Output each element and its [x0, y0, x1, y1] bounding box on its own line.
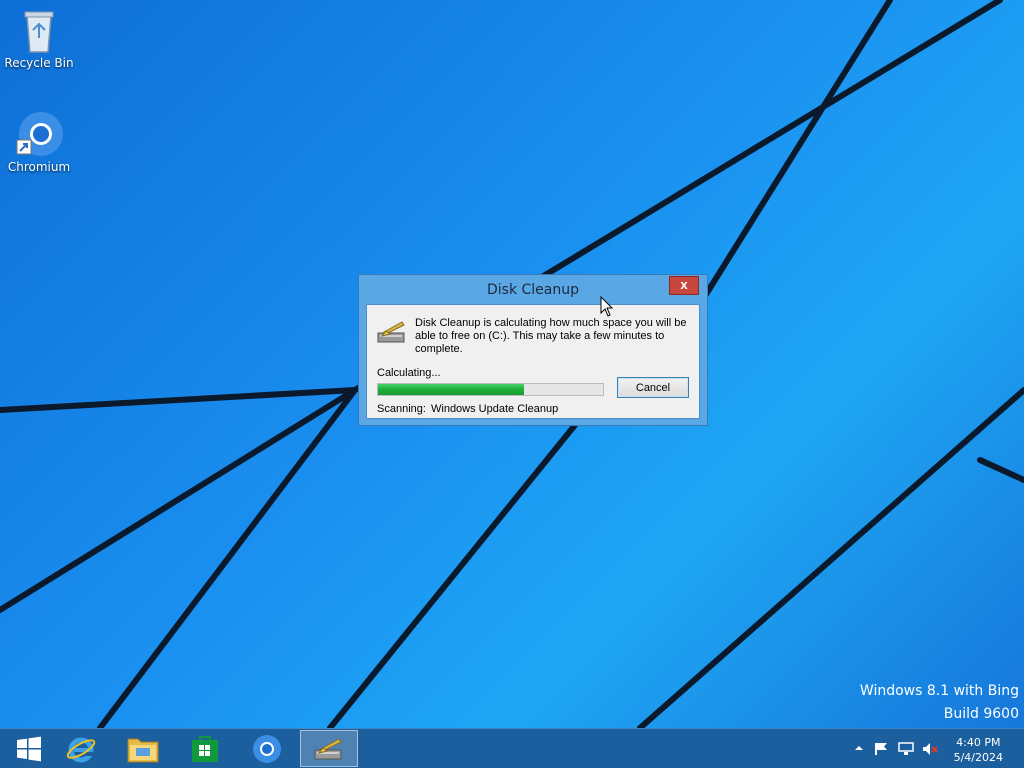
- watermark-build: Build 9600: [943, 706, 1019, 722]
- dialog-title: Disk Cleanup: [486, 282, 579, 298]
- action-center-flag-icon[interactable]: [874, 742, 890, 756]
- clock-time: 4:40 PM: [956, 736, 1001, 749]
- scanning-value: Windows Update Cleanup: [431, 403, 559, 415]
- internet-explorer-icon: [66, 737, 96, 762]
- taskbar: 4:40 PM 5/4/2024: [0, 728, 1024, 768]
- disk-cleanup-icon: [377, 321, 405, 343]
- show-hidden-icons-icon[interactable]: [854, 742, 864, 754]
- dialog-titlebar[interactable]: Disk Cleanup x: [359, 275, 707, 303]
- dialog-body: Disk Cleanup is calculating how much spa…: [366, 304, 700, 419]
- disk-cleanup-icon: [314, 737, 342, 759]
- taskbar-file-explorer[interactable]: [114, 730, 172, 767]
- windows-store-icon: [192, 735, 218, 762]
- watermark-edition: Windows 8.1 with Bing: [859, 683, 1019, 699]
- clock[interactable]: 4:40 PM 5/4/2024: [954, 735, 1003, 765]
- system-tray: 4:40 PM 5/4/2024: [844, 729, 1024, 769]
- status-label: Calculating...: [377, 367, 441, 379]
- windows-watermark: Windows 8.1 with Bing Build 9600: [860, 680, 1019, 726]
- network-icon[interactable]: [898, 742, 914, 756]
- file-explorer-icon: [127, 738, 159, 762]
- progress-bar: [377, 383, 604, 396]
- desktop-icon-label: Recycle Bin: [4, 56, 74, 70]
- taskbar-store[interactable]: [176, 730, 234, 767]
- start-button[interactable]: [0, 730, 58, 767]
- desktop[interactable]: Recycle Bin Chromium Windows 8.1 with Bi…: [0, 0, 1024, 728]
- desktop-icon-label: Chromium: [7, 160, 71, 174]
- recycle-bin-icon: [15, 6, 63, 54]
- desktop-icon-chromium[interactable]: Chromium: [1, 110, 77, 174]
- taskbar-chromium[interactable]: [238, 730, 296, 767]
- taskbar-disk-cleanup[interactable]: [300, 730, 358, 767]
- desktop-icon-recycle-bin[interactable]: Recycle Bin: [1, 6, 77, 70]
- chromium-icon: [253, 734, 281, 763]
- dialog-message: Disk Cleanup is calculating how much spa…: [415, 317, 687, 355]
- close-button[interactable]: x: [669, 276, 699, 295]
- progress-fill: [378, 384, 525, 395]
- windows-start-icon: [17, 736, 41, 761]
- cancel-button[interactable]: Cancel: [617, 377, 689, 398]
- clock-date: 5/4/2024: [953, 751, 1003, 764]
- chromium-icon: [15, 110, 63, 158]
- volume-muted-icon[interactable]: [922, 742, 938, 756]
- mouse-cursor-icon: [600, 296, 614, 317]
- taskbar-internet-explorer[interactable]: [52, 730, 110, 767]
- disk-cleanup-dialog: Disk Cleanup x Disk Cleanup is calculati…: [358, 274, 708, 426]
- scanning-label: Scanning:: [377, 403, 426, 415]
- close-icon: x: [680, 277, 688, 292]
